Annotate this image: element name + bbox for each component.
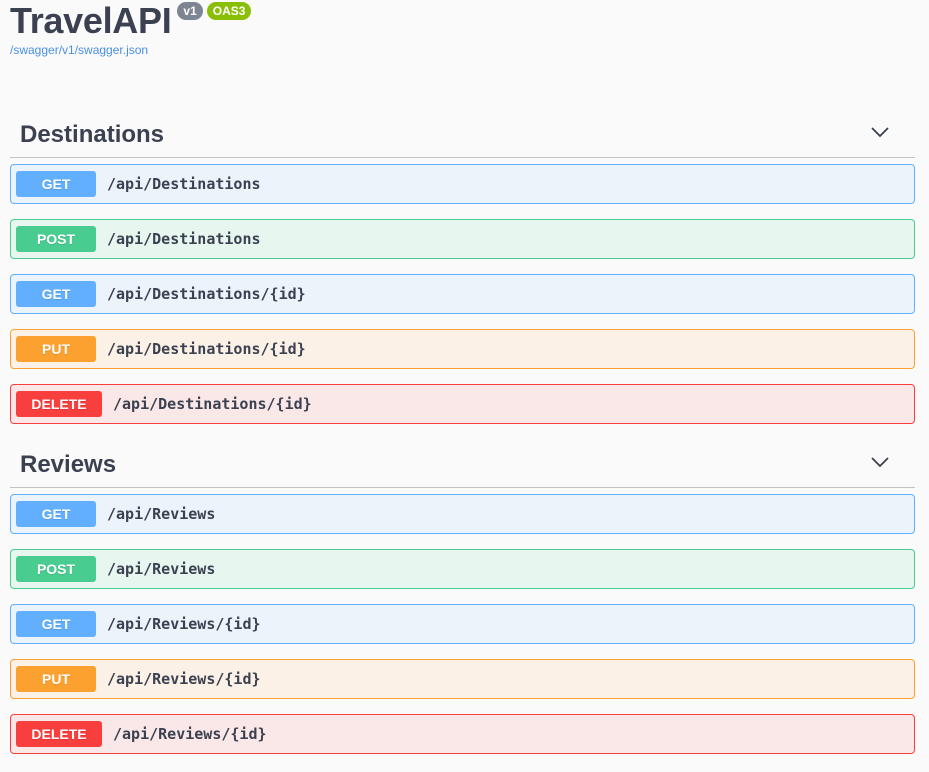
operation-path: /api/Reviews/{id} [107,615,261,633]
method-badge: DELETE [16,391,102,417]
operation-path: /api/Destinations [107,230,261,248]
operation-path: /api/Reviews [107,560,216,578]
operation-path: /api/Reviews/{id} [107,670,261,688]
operation-post-reviews[interactable]: POST /api/Reviews [10,549,915,589]
chevron-down-icon[interactable] [870,125,890,139]
chevron-down-icon[interactable] [870,455,890,469]
method-badge: POST [16,226,96,252]
oas-badge: OAS3 [206,2,252,20]
method-badge: PUT [16,666,96,692]
tag-section-reviews: Reviews GET /api/Reviews POST /api/Revie… [10,441,915,754]
title-row: TravelAPI v1 OAS3 [10,0,252,42]
method-badge: GET [16,611,96,637]
operation-path: /api/Destinations/{id} [107,340,306,358]
operation-path: /api/Destinations/{id} [107,285,306,303]
tag-header-destinations[interactable]: Destinations [10,111,915,158]
tag-name: Destinations [20,121,165,148]
operation-delete-destination-by-id[interactable]: DELETE /api/Destinations/{id} [10,384,915,424]
method-badge: GET [16,171,96,197]
swagger-json-link[interactable]: /swagger/v1/swagger.json [10,43,251,57]
operation-put-destination-by-id[interactable]: PUT /api/Destinations/{id} [10,329,915,369]
operation-get-destinations[interactable]: GET /api/Destinations [10,164,915,204]
method-badge: DELETE [16,721,102,747]
operation-get-destination-by-id[interactable]: GET /api/Destinations/{id} [10,274,915,314]
operation-post-destinations[interactable]: POST /api/Destinations [10,219,915,259]
operation-get-review-by-id[interactable]: GET /api/Reviews/{id} [10,604,915,644]
method-badge: GET [16,281,96,307]
tag-name: Reviews [20,451,117,478]
operation-delete-review-by-id[interactable]: DELETE /api/Reviews/{id} [10,714,915,754]
version-badge: v1 [177,2,203,20]
operation-path: /api/Destinations [107,175,261,193]
operation-path: /api/Destinations/{id} [113,395,312,413]
method-badge: GET [16,501,96,527]
tag-section-destinations: Destinations GET /api/Destinations POST … [10,111,915,424]
tag-header-reviews[interactable]: Reviews [10,441,915,488]
api-title: TravelAPI [10,0,172,41]
api-info: TravelAPI v1 OAS3 /swagger/v1/swagger.js… [10,0,252,57]
operation-path: /api/Reviews/{id} [113,725,267,743]
operation-put-review-by-id[interactable]: PUT /api/Reviews/{id} [10,659,915,699]
method-badge: PUT [16,336,96,362]
operation-path: /api/Reviews [107,505,216,523]
operation-get-reviews[interactable]: GET /api/Reviews [10,494,915,534]
method-badge: POST [16,556,96,582]
